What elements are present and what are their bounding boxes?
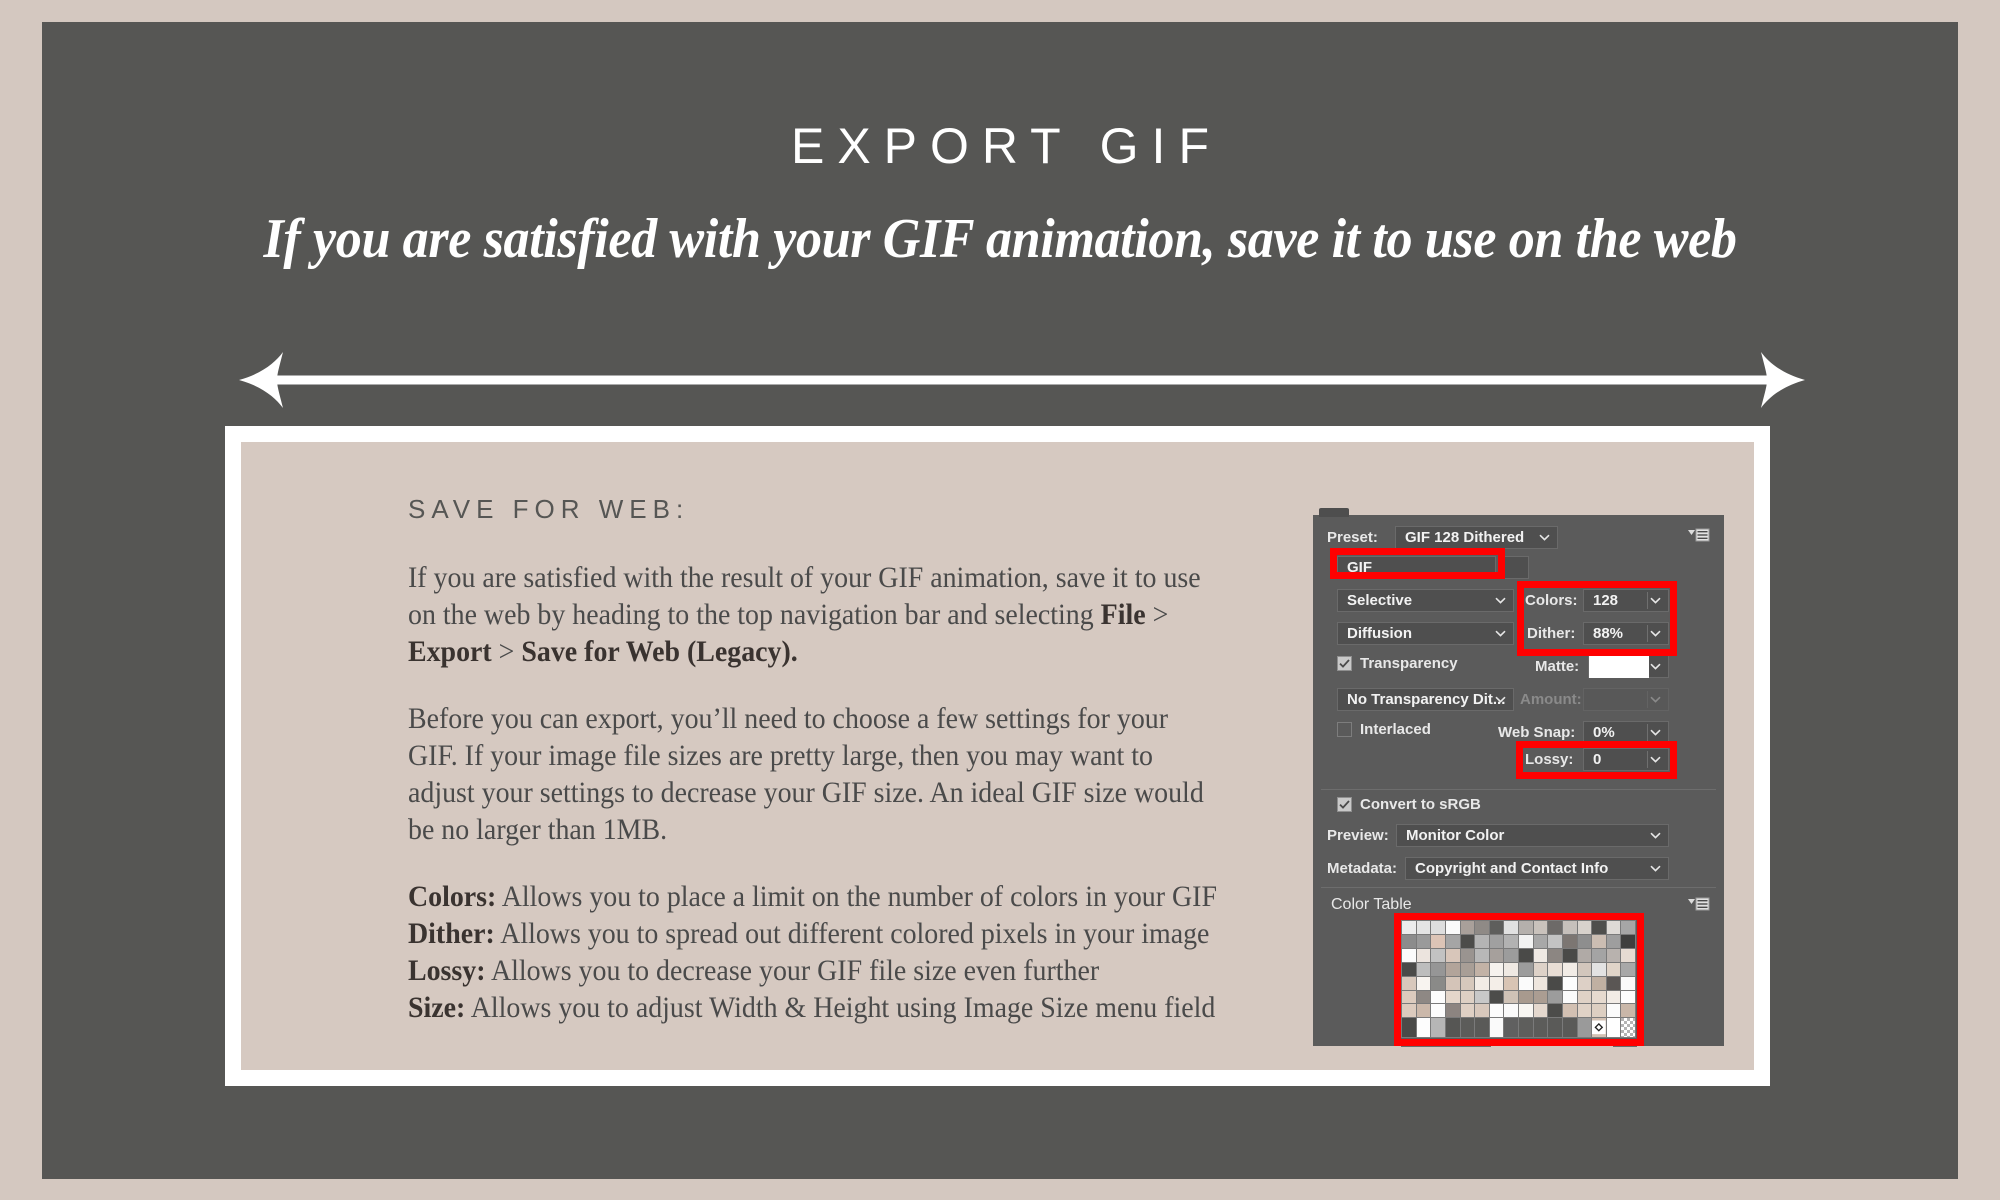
paragraph-intro-part1: If you are satisfied with the result of …	[408, 561, 1201, 631]
preset-value: GIF 128 Dithered	[1405, 529, 1525, 546]
paragraph-intro-part2: >	[1145, 598, 1169, 631]
definition-desc: Allows you to place a limit on the numbe…	[496, 880, 1217, 913]
panel-divider	[1321, 887, 1716, 888]
text-column: SAVE FOR WEB: If you are satisfied with …	[408, 494, 1228, 1026]
list-item: Lossy: Allows you to decrease your GIF f…	[408, 952, 1224, 989]
chevron-down-icon	[1491, 689, 1509, 710]
chevron-down-icon	[1646, 656, 1664, 677]
content-card-frame: SAVE FOR WEB: If you are satisfied with …	[225, 426, 1770, 1086]
amount-input	[1583, 688, 1669, 711]
definition-term: Colors:	[408, 880, 497, 913]
metadata-label: Metadata:	[1327, 860, 1398, 877]
amount-label: Amount:	[1520, 691, 1582, 708]
paragraph-intro: If you are satisfied with the result of …	[408, 559, 1224, 670]
color-table-menu-icon[interactable]	[1688, 897, 1710, 911]
page-subtitle: If you are satisfied with your GIF anima…	[263, 208, 1737, 270]
metadata-select[interactable]: Copyright and Contact Info	[1405, 857, 1669, 880]
color-table-header: Color Table	[1331, 896, 1412, 914]
chevron-down-icon	[1491, 623, 1509, 644]
list-item: Dither: Allows you to spread out differe…	[408, 915, 1224, 952]
definition-term: Lossy:	[408, 954, 486, 987]
preview-label: Preview:	[1327, 827, 1389, 844]
metadata-row: Metadata:	[1327, 860, 1397, 877]
preset-select[interactable]: GIF 128 Dithered	[1395, 526, 1558, 549]
checkbox-icon	[1337, 722, 1352, 737]
interlaced-checkbox-row[interactable]: Interlaced	[1337, 721, 1431, 738]
transparency-dither-value: No Transparency Dit...	[1347, 691, 1506, 708]
color-reduction-value: Selective	[1347, 592, 1413, 609]
preset-label: Preset:	[1327, 529, 1378, 546]
matte-label: Matte:	[1535, 658, 1580, 675]
definition-term: Size:	[408, 991, 466, 1024]
web-snap-label: Web Snap:	[1498, 724, 1576, 741]
chevron-down-icon	[1646, 722, 1664, 743]
chevron-down-icon	[1535, 527, 1553, 548]
preview-row: Preview:	[1327, 827, 1389, 844]
transparency-label: Transparency	[1360, 655, 1458, 672]
chevron-down-icon	[1646, 858, 1664, 879]
paragraph-intro-bold-file: File	[1100, 598, 1146, 631]
transparency-dither-select[interactable]: No Transparency Dit...	[1337, 688, 1514, 711]
definition-list: Colors: Allows you to place a limit on t…	[408, 878, 1224, 1026]
chevron-down-icon	[1646, 825, 1664, 846]
interlaced-label: Interlaced	[1360, 721, 1431, 738]
web-snap-value: 0%	[1593, 724, 1615, 741]
definition-desc: Allows you to adjust Width & Height usin…	[465, 991, 1216, 1024]
save-for-web-panel: Preset: GIF 128 Dithered GIF Selective C…	[1313, 508, 1724, 1047]
paragraph-intro-part3: >	[491, 635, 522, 668]
double-headed-arrow-icon	[237, 350, 1807, 410]
slide-canvas: EXPORT GIF If you are satisfied with you…	[42, 22, 1958, 1179]
dither-algorithm-select[interactable]: Diffusion	[1337, 622, 1514, 645]
convert-srgb-checkbox-row[interactable]: Convert to sRGB	[1337, 796, 1481, 813]
definition-desc: Allows you to decrease your GIF file siz…	[485, 954, 1100, 987]
definition-term: Dither:	[408, 917, 495, 950]
checkmark-icon	[1337, 656, 1352, 671]
paragraph-intro-bold-saveforweb: Save for Web (Legacy).	[521, 635, 798, 668]
matte-row: Matte:	[1535, 658, 1579, 675]
matte-swatch	[1589, 655, 1649, 678]
highlight-color-table	[1394, 913, 1644, 1046]
panel-divider	[1321, 789, 1716, 790]
list-item: Size: Allows you to adjust Width & Heigh…	[408, 989, 1224, 1026]
panel-menu-icon[interactable]	[1688, 528, 1710, 542]
preview-select[interactable]: Monitor Color	[1396, 824, 1669, 847]
web-snap-row: Web Snap:	[1498, 724, 1575, 741]
highlight-format	[1330, 548, 1505, 579]
definition-desc: Allows you to spread out different color…	[494, 917, 1210, 950]
paragraph-settings: Before you can export, you’ll need to ch…	[408, 702, 1204, 846]
highlight-colors-dither	[1517, 581, 1677, 656]
dither-algorithm-value: Diffusion	[1347, 625, 1412, 642]
transparency-checkbox-row[interactable]: Transparency	[1337, 655, 1458, 672]
preset-row: Preset:	[1327, 529, 1378, 546]
checkmark-icon	[1337, 797, 1352, 812]
chevron-down-icon	[1491, 590, 1509, 611]
color-reduction-algorithm-select[interactable]: Selective	[1337, 589, 1514, 612]
highlight-lossy	[1516, 741, 1677, 779]
paragraph-intro-bold-export: Export	[408, 635, 492, 668]
section-kicker: SAVE FOR WEB:	[408, 494, 690, 524]
convert-srgb-label: Convert to sRGB	[1360, 796, 1481, 813]
content-card: SAVE FOR WEB: If you are satisfied with …	[241, 442, 1754, 1070]
color-table-label: Color Table	[1331, 896, 1412, 913]
matte-color-select[interactable]	[1588, 655, 1669, 678]
chevron-down-icon	[1646, 689, 1664, 710]
preview-value: Monitor Color	[1406, 827, 1505, 844]
list-item: Colors: Allows you to place a limit on t…	[408, 878, 1224, 915]
page-title: EXPORT GIF	[790, 118, 1222, 174]
amount-row: Amount:	[1520, 691, 1582, 708]
metadata-value: Copyright and Contact Info	[1415, 860, 1609, 877]
